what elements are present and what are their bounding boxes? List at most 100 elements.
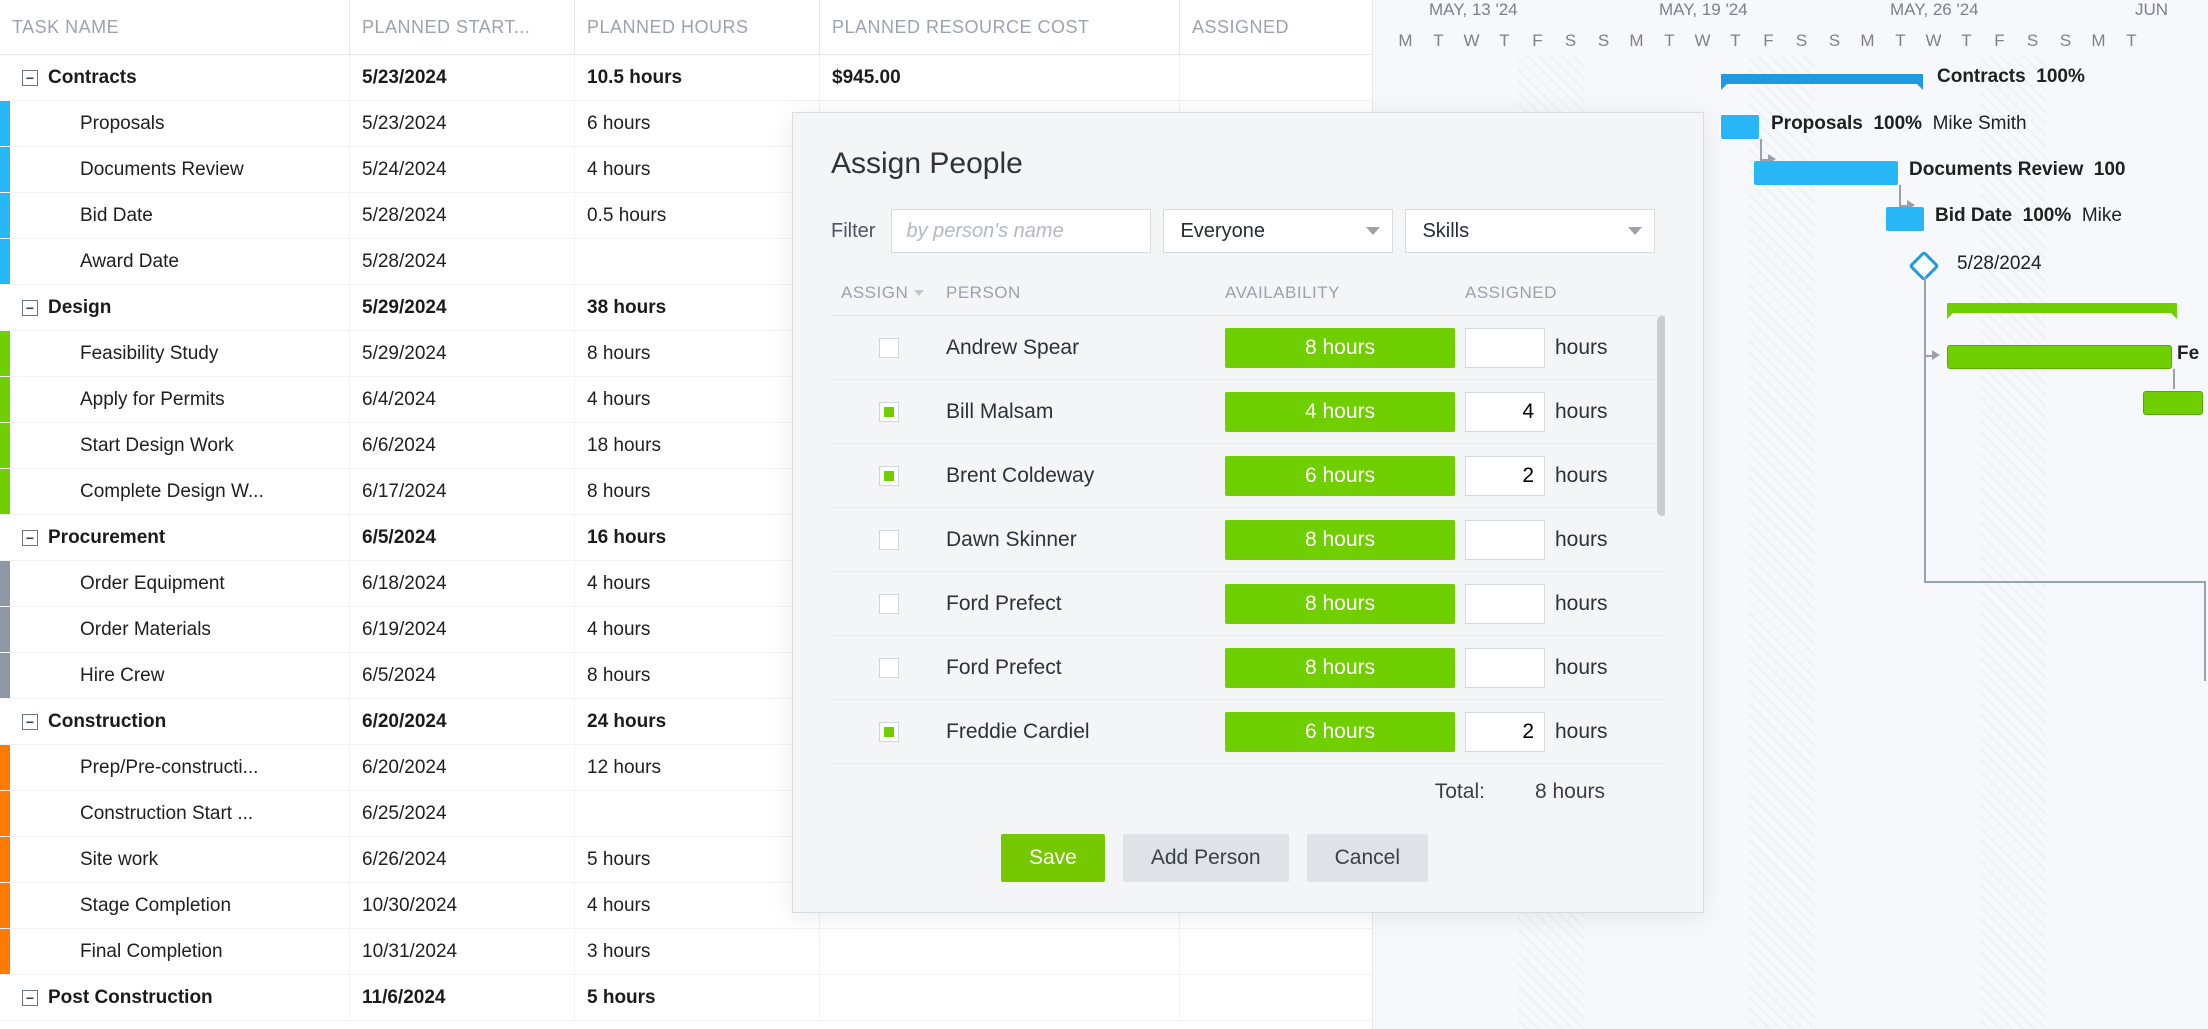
cell-start[interactable]: 5/28/2024	[350, 193, 575, 238]
cell-task[interactable]: −Post Construction	[10, 975, 350, 1020]
col-header-cost[interactable]: PLANNED RESOURCE COST	[820, 0, 1180, 54]
cell-task[interactable]: Order Materials	[10, 607, 350, 652]
cell-assigned[interactable]	[1180, 55, 1372, 100]
cell-task[interactable]: Bid Date	[10, 193, 350, 238]
expander-icon[interactable]: −	[22, 714, 38, 730]
cell-hours[interactable]: 5 hours	[575, 837, 820, 882]
col-header-assigned[interactable]: ASSIGNED	[1180, 0, 1372, 54]
assigned-hours-input[interactable]	[1465, 328, 1545, 368]
filter-skills-select[interactable]: Skills	[1405, 209, 1655, 253]
cell-hours[interactable]: 18 hours	[575, 423, 820, 468]
cell-cost[interactable]	[820, 975, 1180, 1020]
cell-hours[interactable]: 4 hours	[575, 883, 820, 928]
assigned-hours-input[interactable]	[1465, 456, 1545, 496]
cell-hours[interactable]: 6 hours	[575, 101, 820, 146]
cell-hours[interactable]: 38 hours	[575, 285, 820, 330]
gantt-bar-docs[interactable]	[1754, 161, 1898, 185]
cell-hours[interactable]: 8 hours	[575, 469, 820, 514]
cell-task[interactable]: Final Completion	[10, 929, 350, 974]
filter-everyone-select[interactable]: Everyone	[1163, 209, 1393, 253]
cell-start[interactable]: 10/30/2024	[350, 883, 575, 928]
cell-task[interactable]: Order Equipment	[10, 561, 350, 606]
assigned-hours-input[interactable]	[1465, 520, 1545, 560]
cell-task[interactable]: Complete Design W...	[10, 469, 350, 514]
cell-hours[interactable]: 8 hours	[575, 653, 820, 698]
col-header-hours[interactable]: PLANNED HOURS	[575, 0, 820, 54]
save-button[interactable]: Save	[1001, 834, 1105, 882]
cell-start[interactable]: 6/20/2024	[350, 745, 575, 790]
col-header-availability[interactable]: AVAILABILITY	[1225, 283, 1465, 303]
cell-start[interactable]: 6/19/2024	[350, 607, 575, 652]
cell-task[interactable]: Prep/Pre-constructi...	[10, 745, 350, 790]
gantt-summary-design[interactable]	[1947, 303, 2177, 313]
gantt-bar-feasibility[interactable]	[1947, 345, 2172, 369]
cell-start[interactable]: 5/24/2024	[350, 147, 575, 192]
cell-start[interactable]: 6/20/2024	[350, 699, 575, 744]
assigned-hours-input[interactable]	[1465, 712, 1545, 752]
cell-hours[interactable]: 4 hours	[575, 607, 820, 652]
assign-checkbox[interactable]	[879, 722, 899, 742]
add-person-button[interactable]: Add Person	[1123, 834, 1289, 882]
gantt-bar-proposals[interactable]	[1721, 115, 1759, 139]
expander-icon[interactable]: −	[22, 300, 38, 316]
cell-start[interactable]: 11/6/2024	[350, 975, 575, 1020]
col-header-assign[interactable]: ASSIGN	[831, 283, 946, 303]
cell-start[interactable]: 6/26/2024	[350, 837, 575, 882]
assigned-hours-input[interactable]	[1465, 648, 1545, 688]
cell-start[interactable]: 10/31/2024	[350, 929, 575, 974]
cell-hours[interactable]	[575, 791, 820, 836]
cell-start[interactable]: 5/23/2024	[350, 101, 575, 146]
cell-start[interactable]: 5/23/2024	[350, 55, 575, 100]
cell-start[interactable]: 6/5/2024	[350, 515, 575, 560]
cell-cost[interactable]: $945.00	[820, 55, 1180, 100]
cell-start[interactable]: 5/29/2024	[350, 285, 575, 330]
cell-start[interactable]: 6/25/2024	[350, 791, 575, 836]
cell-start[interactable]: 6/5/2024	[350, 653, 575, 698]
cell-task[interactable]: Award Date	[10, 239, 350, 284]
cell-hours[interactable]: 4 hours	[575, 377, 820, 422]
people-scrollbar[interactable]	[1657, 316, 1665, 516]
cell-hours[interactable]: 3 hours	[575, 929, 820, 974]
cell-start[interactable]: 6/17/2024	[350, 469, 575, 514]
cell-start[interactable]: 6/18/2024	[350, 561, 575, 606]
gantt-bar-bid[interactable]	[1886, 207, 1924, 231]
expander-icon[interactable]: −	[22, 990, 38, 1006]
col-header-assigned[interactable]: ASSIGNED	[1465, 283, 1665, 303]
cell-task[interactable]: Apply for Permits	[10, 377, 350, 422]
cell-start[interactable]: 5/28/2024	[350, 239, 575, 284]
cell-task[interactable]: Feasibility Study	[10, 331, 350, 376]
assign-checkbox[interactable]	[879, 466, 899, 486]
cell-hours[interactable]	[575, 239, 820, 284]
cell-hours[interactable]: 16 hours	[575, 515, 820, 560]
cell-hours[interactable]: 4 hours	[575, 561, 820, 606]
cell-task[interactable]: −Construction	[10, 699, 350, 744]
cell-assigned[interactable]	[1180, 975, 1372, 1020]
cell-task[interactable]: Proposals	[10, 101, 350, 146]
cell-task[interactable]: Start Design Work	[10, 423, 350, 468]
cell-start[interactable]: 5/29/2024	[350, 331, 575, 376]
filter-input[interactable]	[891, 209, 1151, 253]
cell-start[interactable]: 6/4/2024	[350, 377, 575, 422]
expander-icon[interactable]: −	[22, 530, 38, 546]
cell-task[interactable]: −Design	[10, 285, 350, 330]
col-header-start[interactable]: PLANNED START...	[350, 0, 575, 54]
assign-checkbox[interactable]	[879, 530, 899, 550]
cell-cost[interactable]	[820, 929, 1180, 974]
cell-hours[interactable]: 4 hours	[575, 147, 820, 192]
table-row[interactable]: Final Completion10/31/20243 hours	[0, 929, 1372, 975]
assign-checkbox[interactable]	[879, 658, 899, 678]
assign-checkbox[interactable]	[879, 338, 899, 358]
cell-hours[interactable]: 24 hours	[575, 699, 820, 744]
table-row[interactable]: −Post Construction11/6/20245 hours	[0, 975, 1372, 1021]
col-header-task[interactable]: TASK NAME	[0, 0, 350, 54]
cancel-button[interactable]: Cancel	[1307, 834, 1428, 882]
assigned-hours-input[interactable]	[1465, 392, 1545, 432]
gantt-summary-contracts[interactable]	[1721, 74, 1923, 84]
cell-task[interactable]: Site work	[10, 837, 350, 882]
assign-checkbox[interactable]	[879, 594, 899, 614]
cell-task[interactable]: Construction Start ...	[10, 791, 350, 836]
cell-task[interactable]: Documents Review	[10, 147, 350, 192]
cell-hours[interactable]: 5 hours	[575, 975, 820, 1020]
gantt-bar-permits[interactable]	[2143, 391, 2203, 415]
cell-hours[interactable]: 8 hours	[575, 331, 820, 376]
